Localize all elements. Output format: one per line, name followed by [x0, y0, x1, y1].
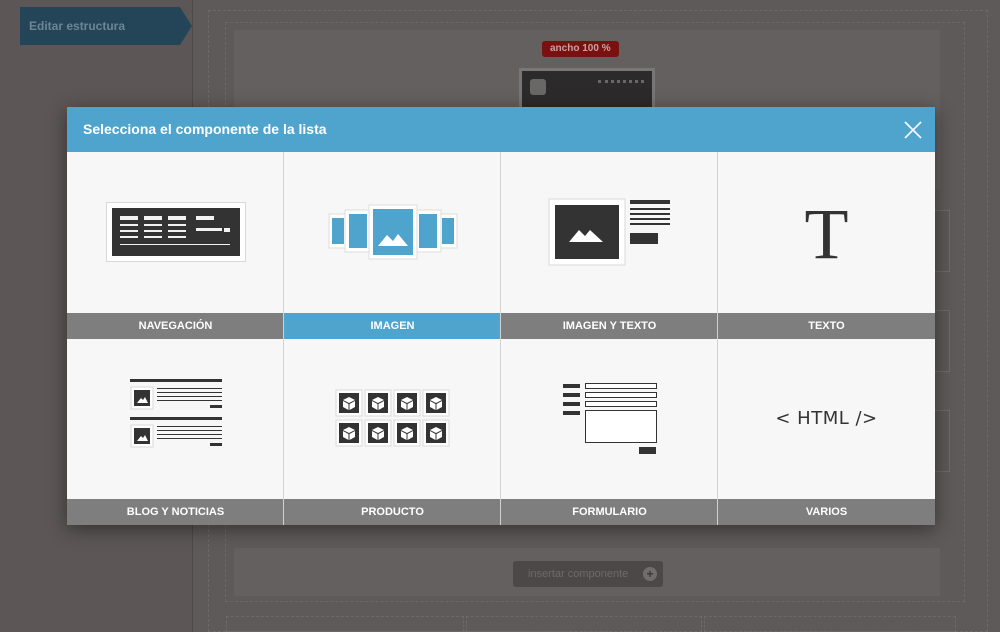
- product-box-icon: [393, 419, 420, 447]
- product-box-icon: [364, 389, 391, 417]
- component-tile-blog-y-noticias[interactable]: BLOG Y NOTICIAS: [67, 339, 284, 525]
- component-tile-varios[interactable]: < HTML /> VARIOS: [718, 339, 935, 525]
- component-grid: NAVEGACIÓN IMAGEN IMAGEN Y TEXTO T TEXTO…: [67, 152, 935, 525]
- component-label: NAVEGACIÓN: [67, 313, 284, 339]
- image-text-icon: [548, 198, 670, 266]
- component-label: VARIOS: [718, 499, 935, 525]
- component-label: IMAGEN Y TEXTO: [501, 313, 718, 339]
- plus-circle-icon: +: [643, 567, 657, 581]
- product-grid-icon: [335, 389, 449, 447]
- component-tile-imagen-y-texto[interactable]: IMAGEN Y TEXTO: [501, 152, 718, 339]
- component-tile-texto[interactable]: T TEXTO: [718, 152, 935, 339]
- product-box-icon: [393, 389, 420, 417]
- product-box-icon: [422, 389, 449, 417]
- component-label: PRODUCTO: [284, 499, 501, 525]
- text-icon: T: [804, 194, 849, 274]
- modal-title: Selecciona el componente de la lista: [83, 121, 327, 137]
- bottom-columns: [226, 616, 956, 632]
- product-box-icon: [422, 419, 449, 447]
- component-tile-formulario[interactable]: FORMULARIO: [501, 339, 718, 525]
- grid-divider: [283, 152, 284, 525]
- form-icon: [562, 383, 657, 454]
- edit-structure-tab[interactable]: Editar estructura: [20, 7, 192, 45]
- image-carousel-icon: [328, 204, 457, 260]
- product-box-icon: [364, 419, 391, 447]
- close-icon[interactable]: [903, 120, 923, 140]
- column-cell[interactable]: [226, 616, 464, 632]
- insert-component-button[interactable]: insertar componente +: [513, 561, 663, 587]
- html-code-icon: < HTML />: [775, 408, 878, 429]
- block-handle[interactable]: [934, 310, 950, 372]
- navigation-icon: [105, 202, 246, 262]
- block-handle[interactable]: [934, 410, 950, 472]
- column-cell[interactable]: [466, 616, 702, 632]
- menu-placeholder-icon: [598, 80, 644, 86]
- modal-header: Selecciona el componente de la lista: [67, 107, 935, 152]
- column-cell[interactable]: [704, 616, 956, 632]
- insert-component-label: insertar componente: [528, 568, 629, 580]
- logo-placeholder-icon: [530, 79, 546, 95]
- width-badge: ancho 100 %: [542, 41, 619, 57]
- product-box-icon: [335, 419, 362, 447]
- component-picker-modal: Selecciona el componente de la lista NAV…: [67, 107, 935, 525]
- product-box-icon: [335, 389, 362, 417]
- component-tile-navegacion[interactable]: NAVEGACIÓN: [67, 152, 284, 339]
- blog-icon: [129, 379, 222, 448]
- component-label: IMAGEN: [284, 313, 501, 339]
- grid-divider: [717, 152, 718, 525]
- component-label: BLOG Y NOTICIAS: [67, 499, 284, 525]
- component-tile-imagen[interactable]: IMAGEN: [284, 152, 501, 339]
- component-label: FORMULARIO: [501, 499, 718, 525]
- grid-divider: [500, 152, 501, 525]
- component-tile-producto[interactable]: PRODUCTO: [284, 339, 501, 525]
- component-label: TEXTO: [718, 313, 935, 339]
- block-handle[interactable]: [934, 210, 950, 272]
